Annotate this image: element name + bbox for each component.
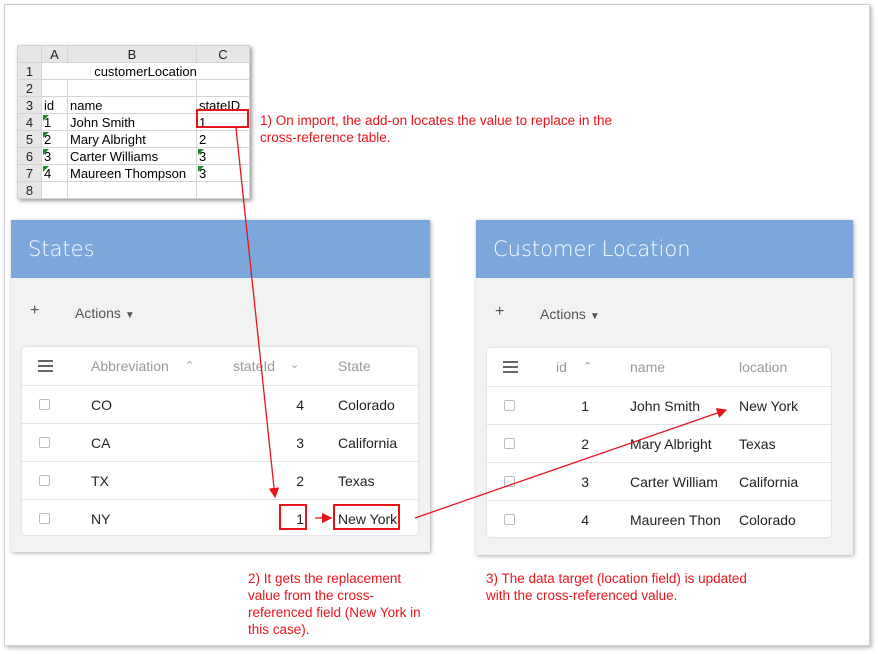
annotation-step3: 3) The data target (location field) is u…	[486, 571, 747, 603]
arrow-step3	[414, 408, 728, 519]
arrows	[235, 127, 728, 524]
annotation-step2: 2) It gets the replacement value from th…	[248, 571, 421, 637]
arrow-step1	[235, 127, 280, 499]
